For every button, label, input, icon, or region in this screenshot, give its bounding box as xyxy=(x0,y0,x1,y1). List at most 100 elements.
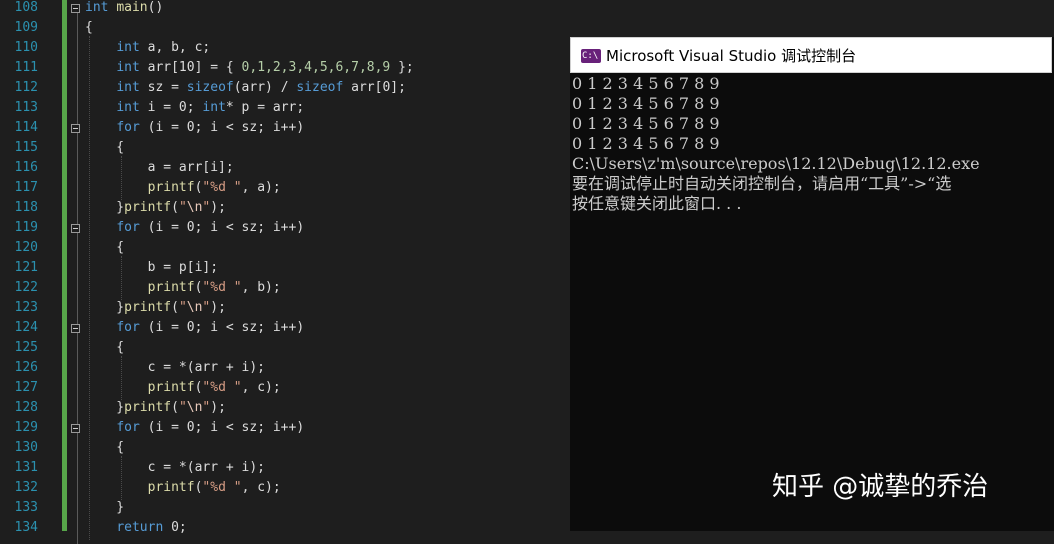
code-line[interactable]: { xyxy=(85,238,124,258)
code-token: "%d " xyxy=(202,480,242,495)
outline-connector xyxy=(77,233,78,324)
code-token: , c); xyxy=(241,380,281,395)
code-line[interactable]: c = *(arr + i); xyxy=(85,458,265,478)
code-token: 0; xyxy=(163,520,187,535)
code-line[interactable]: { xyxy=(85,138,124,158)
code-line[interactable]: int sz = sizeof(arr) / sizeof arr[0]; xyxy=(85,78,406,98)
code-line[interactable]: for (i = 0; i < sz; i++) xyxy=(85,118,304,138)
code-token: arr[0]; xyxy=(343,80,406,95)
code-line[interactable]: }printf("\n"); xyxy=(85,398,226,418)
line-number: 110 xyxy=(14,40,38,55)
line-number: 129 xyxy=(14,420,38,435)
code-line[interactable]: return 0; xyxy=(85,518,187,538)
code-line[interactable]: for (i = 0; i < sz; i++) xyxy=(85,318,304,338)
console-output-line: 0 1 2 3 4 5 6 7 8 9 xyxy=(572,114,720,133)
fold-collapse-icon[interactable] xyxy=(71,224,80,233)
code-token: " xyxy=(178,200,187,215)
line-number: 124 xyxy=(14,320,38,335)
code-token: for xyxy=(116,320,140,335)
code-token: " xyxy=(178,400,187,415)
fold-collapse-icon[interactable] xyxy=(71,124,80,133)
code-token: c = *(arr + i); xyxy=(85,360,266,375)
watermark: 知乎 @诚挚的乔治 xyxy=(772,472,989,502)
code-token: printf xyxy=(124,300,172,315)
line-number: 111 xyxy=(14,60,38,75)
code-token: } xyxy=(85,200,125,215)
code-token: \n xyxy=(186,300,203,315)
code-line[interactable]: for (i = 0; i < sz; i++) xyxy=(85,218,304,238)
line-number: 131 xyxy=(14,460,38,475)
code-token: (arr) / xyxy=(233,80,297,95)
code-line[interactable]: int a, b, c; xyxy=(85,38,210,58)
outline-connector xyxy=(77,133,78,224)
code-line[interactable]: a = arr[i]; xyxy=(85,158,234,178)
console-output-line: 0 1 2 3 4 5 6 7 8 9 xyxy=(572,134,720,153)
code-token: printf xyxy=(124,400,172,415)
line-number: 116 xyxy=(14,160,38,175)
line-number: 123 xyxy=(14,300,38,315)
code-token: return xyxy=(116,520,164,535)
debug-console-window[interactable]: Microsoft Visual Studio 调试控制台 0 1 2 3 4 … xyxy=(570,37,1054,531)
code-token: printf xyxy=(147,380,195,395)
code-token: i = 0; xyxy=(139,100,203,115)
line-number: 130 xyxy=(14,440,38,455)
line-number: 121 xyxy=(14,260,38,275)
line-number: 133 xyxy=(14,500,38,515)
code-line[interactable]: { xyxy=(85,338,124,358)
code-token: () xyxy=(147,0,164,15)
code-token: arr[10] = { xyxy=(139,60,242,75)
code-line[interactable]: { xyxy=(85,18,93,38)
code-token: sz = xyxy=(139,80,187,95)
code-token: int xyxy=(85,0,109,15)
line-number: 108 xyxy=(14,0,38,15)
code-line[interactable]: int arr[10] = { 0,1,2,3,4,5,6,7,8,9 }; xyxy=(85,58,413,78)
code-line[interactable]: b = p[i]; xyxy=(85,258,218,278)
line-number: 120 xyxy=(14,240,38,255)
code-token: sizeof xyxy=(296,80,344,95)
line-number: 127 xyxy=(14,380,38,395)
code-token: " xyxy=(178,300,187,315)
code-line[interactable]: int main() xyxy=(85,0,163,18)
code-token: } xyxy=(85,500,125,515)
code-line[interactable]: { xyxy=(85,438,124,458)
code-line[interactable]: int i = 0; int* p = arr; xyxy=(85,98,304,118)
code-line[interactable]: printf("%d ", b); xyxy=(85,278,281,298)
console-title-bar[interactable]: Microsoft Visual Studio 调试控制台 xyxy=(570,37,1052,73)
console-output-line: C:\Users\z'm\source\repos\12.12\Debug\12… xyxy=(572,154,980,173)
code-line[interactable]: printf("%d ", a); xyxy=(85,178,281,198)
indent-guide xyxy=(121,456,122,500)
code-token: ( xyxy=(171,200,179,215)
code-line[interactable]: } xyxy=(85,498,124,518)
fold-collapse-icon[interactable] xyxy=(71,4,80,13)
line-number: 126 xyxy=(14,360,38,375)
code-token: { xyxy=(85,20,93,35)
code-line[interactable]: printf("%d ", c); xyxy=(85,378,281,398)
code-token: \n xyxy=(186,400,203,415)
code-line[interactable]: for (i = 0; i < sz; i++) xyxy=(85,418,304,438)
outline-connector xyxy=(77,13,78,124)
line-number: 119 xyxy=(14,220,38,235)
line-number: 112 xyxy=(14,80,38,95)
code-line[interactable]: c = *(arr + i); xyxy=(85,358,265,378)
code-line[interactable]: }printf("\n"); xyxy=(85,198,226,218)
code-line[interactable]: printf("%d ", c); xyxy=(85,478,281,498)
code-token: printf xyxy=(147,180,195,195)
code-token: printf xyxy=(124,200,172,215)
code-token: for xyxy=(116,120,140,135)
console-output-line: 要在调试停止时自动关闭控制台，请启用“工具”->“选 xyxy=(572,174,952,193)
code-token: 0,1,2,3,4,5,6,7,8,9 xyxy=(241,60,391,75)
code-line[interactable]: }printf("\n"); xyxy=(85,298,226,318)
change-tracking-bar xyxy=(62,0,67,531)
fold-collapse-icon[interactable] xyxy=(71,324,80,333)
line-number: 109 xyxy=(14,20,38,35)
fold-collapse-icon[interactable] xyxy=(71,424,80,433)
code-token: c = *(arr + i); xyxy=(85,460,266,475)
line-number: 114 xyxy=(14,120,38,135)
line-number: 125 xyxy=(14,340,38,355)
code-token: * p = arr; xyxy=(225,100,305,115)
code-token: { xyxy=(85,240,125,255)
line-number: 122 xyxy=(14,280,38,295)
code-token: } xyxy=(85,300,125,315)
